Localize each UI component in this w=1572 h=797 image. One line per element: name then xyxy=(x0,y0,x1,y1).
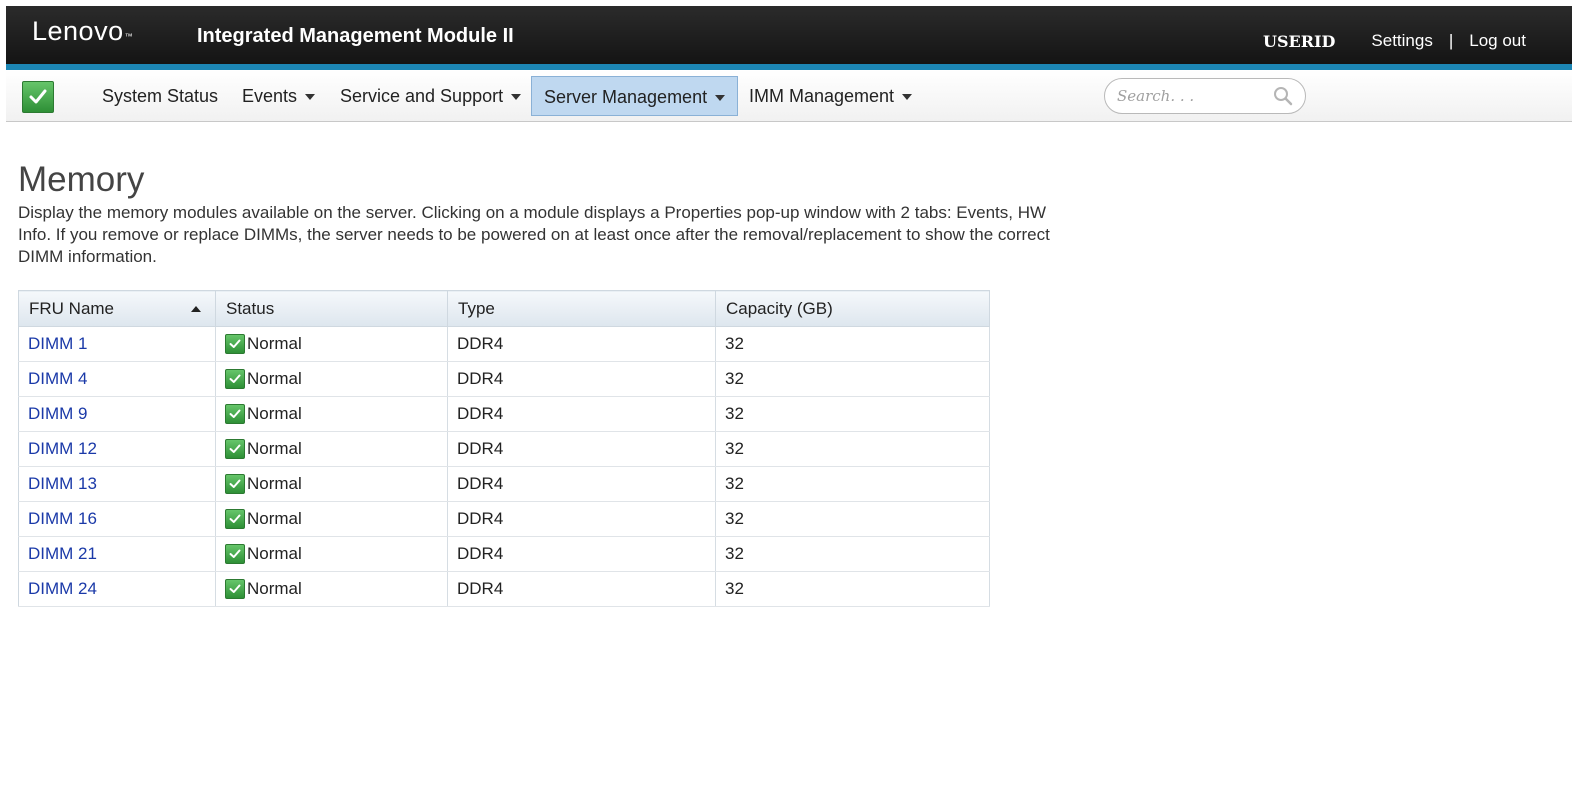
nav-system-status[interactable]: System Status xyxy=(90,76,230,116)
user-area: USERID Settings | Log out xyxy=(1263,31,1526,51)
column-header-fru-name[interactable]: FRU Name xyxy=(18,290,216,327)
status-ok-check-icon xyxy=(225,474,245,494)
status-cell: Normal xyxy=(215,571,448,607)
capacity-cell: 32 xyxy=(715,536,990,572)
capacity-cell: 32 xyxy=(715,396,990,432)
type-cell: DDR4 xyxy=(447,326,716,362)
sort-ascending-icon xyxy=(191,306,201,312)
lenovo-logo: Lenovo™ xyxy=(32,16,134,46)
type-cell: DDR4 xyxy=(447,361,716,397)
table-row[interactable]: DIMM 16 Normal DDR4 32 xyxy=(18,501,990,537)
capacity-cell: 32 xyxy=(715,361,990,397)
page-description: Display the memory modules available on … xyxy=(18,203,1050,266)
column-header-status[interactable]: Status xyxy=(215,290,448,327)
search-box[interactable] xyxy=(1104,78,1306,114)
nav-service-and-support[interactable]: Service and Support xyxy=(328,76,533,116)
status-text: Normal xyxy=(247,509,302,528)
status-cell: Normal xyxy=(215,536,448,572)
capacity-cell: 32 xyxy=(715,466,990,502)
fru-name-link[interactable]: DIMM 24 xyxy=(28,579,97,598)
memory-table: FRU Name Status Type Capacity (GB) DIMM … xyxy=(18,290,990,607)
type-cell: DDR4 xyxy=(447,501,716,537)
separator: | xyxy=(1448,31,1454,50)
status-cell: Normal xyxy=(215,396,448,432)
settings-link[interactable]: Settings xyxy=(1371,31,1432,51)
chevron-down-icon xyxy=(902,94,913,101)
status-ok-check-icon xyxy=(225,404,245,424)
status-cell: Normal xyxy=(215,466,448,502)
chevron-down-icon xyxy=(511,94,522,101)
status-text: Normal xyxy=(247,369,302,388)
fru-name-cell: DIMM 21 xyxy=(18,536,216,572)
main-nav: System Status Events Service and Support… xyxy=(6,70,1572,122)
fru-name-cell: DIMM 24 xyxy=(18,571,216,607)
fru-name-link[interactable]: DIMM 1 xyxy=(28,334,88,353)
column-header-capacity[interactable]: Capacity (GB) xyxy=(715,290,990,327)
chevron-down-icon xyxy=(715,95,726,102)
fru-name-cell: DIMM 12 xyxy=(18,431,216,467)
system-status-check-icon[interactable] xyxy=(22,81,54,113)
logout-link[interactable]: Log out xyxy=(1469,31,1526,51)
chevron-down-icon xyxy=(305,94,316,101)
capacity-cell: 32 xyxy=(715,571,990,607)
status-ok-check-icon xyxy=(225,509,245,529)
fru-name-link[interactable]: DIMM 13 xyxy=(28,474,97,493)
status-cell: Normal xyxy=(215,501,448,537)
status-ok-check-icon xyxy=(225,544,245,564)
table-row[interactable]: DIMM 4 Normal DDR4 32 xyxy=(18,361,990,397)
fru-name-cell: DIMM 4 xyxy=(18,361,216,397)
type-cell: DDR4 xyxy=(447,536,716,572)
fru-name-link[interactable]: DIMM 12 xyxy=(28,439,97,458)
capacity-cell: 32 xyxy=(715,431,990,467)
type-cell: DDR4 xyxy=(447,396,716,432)
table-row[interactable]: DIMM 1 Normal DDR4 32 xyxy=(18,326,990,362)
fru-name-cell: DIMM 1 xyxy=(18,326,216,362)
trademark-mark: ™ xyxy=(124,32,134,41)
fru-name-cell: DIMM 13 xyxy=(18,466,216,502)
status-cell: Normal xyxy=(215,431,448,467)
status-text: Normal xyxy=(247,474,302,493)
search-input[interactable] xyxy=(1117,87,1267,105)
status-text: Normal xyxy=(247,579,302,598)
table-header-row: FRU Name Status Type Capacity (GB) xyxy=(18,290,990,327)
type-cell: DDR4 xyxy=(447,431,716,467)
fru-name-link[interactable]: DIMM 16 xyxy=(28,509,97,528)
status-text: Normal xyxy=(247,334,302,353)
type-cell: DDR4 xyxy=(447,466,716,502)
column-header-type[interactable]: Type xyxy=(447,290,716,327)
fru-name-link[interactable]: DIMM 4 xyxy=(28,369,88,388)
status-ok-check-icon xyxy=(225,439,245,459)
fru-name-cell: DIMM 16 xyxy=(18,501,216,537)
nav-imm-management[interactable]: IMM Management xyxy=(737,76,924,116)
table-row[interactable]: DIMM 9 Normal DDR4 32 xyxy=(18,396,990,432)
fru-name-link[interactable]: DIMM 9 xyxy=(28,404,88,423)
table-row[interactable]: DIMM 12 Normal DDR4 32 xyxy=(18,431,990,467)
status-ok-check-icon xyxy=(225,369,245,389)
nav-server-management[interactable]: Server Management xyxy=(531,76,738,116)
table-row[interactable]: DIMM 13 Normal DDR4 32 xyxy=(18,466,990,502)
user-id: USERID xyxy=(1263,31,1336,51)
nav-events[interactable]: Events xyxy=(230,76,327,116)
table-row[interactable]: DIMM 24 Normal DDR4 32 xyxy=(18,571,990,607)
fru-name-link[interactable]: DIMM 21 xyxy=(28,544,97,563)
search-icon[interactable] xyxy=(1273,86,1293,111)
status-text: Normal xyxy=(247,544,302,563)
capacity-cell: 32 xyxy=(715,501,990,537)
capacity-cell: 32 xyxy=(715,326,990,362)
status-text: Normal xyxy=(247,439,302,458)
type-cell: DDR4 xyxy=(447,571,716,607)
status-text: Normal xyxy=(247,404,302,423)
status-cell: Normal xyxy=(215,326,448,362)
app-title: Integrated Management Module II xyxy=(197,25,514,47)
fru-name-cell: DIMM 9 xyxy=(18,396,216,432)
table-row[interactable]: DIMM 21 Normal DDR4 32 xyxy=(18,536,990,572)
page-title: Memory xyxy=(18,160,145,199)
status-ok-check-icon xyxy=(225,579,245,599)
status-cell: Normal xyxy=(215,361,448,397)
status-ok-check-icon xyxy=(225,334,245,354)
